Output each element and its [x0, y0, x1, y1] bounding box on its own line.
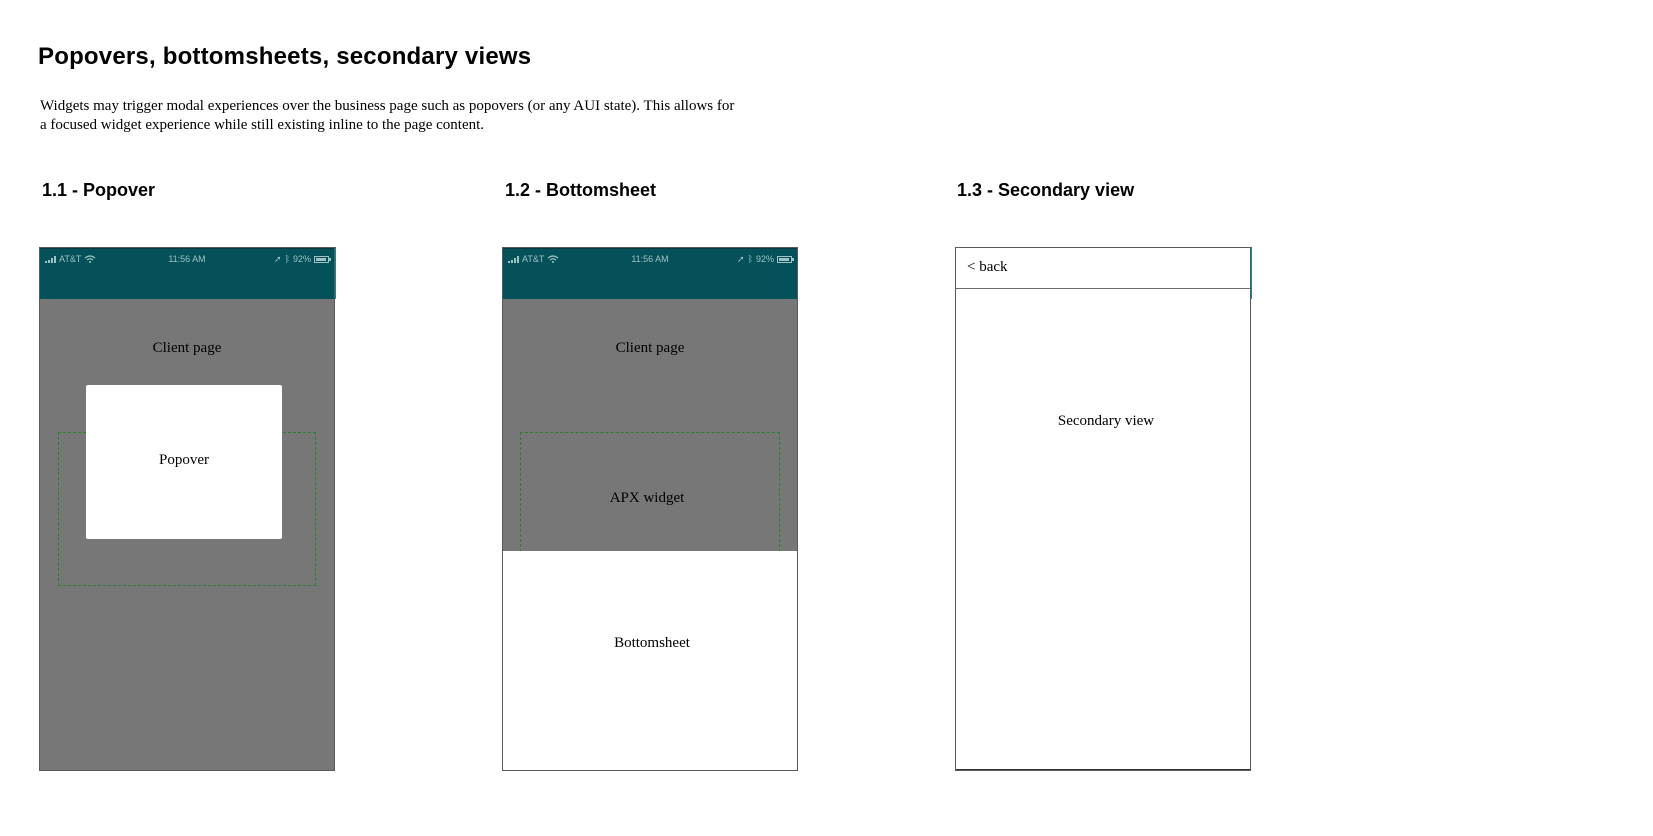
- apx-widget-label: APX widget: [609, 490, 685, 506]
- section-heading-bottomsheet: 1.2 - Bottomsheet: [505, 180, 657, 200]
- client-page-label: Client page: [615, 340, 685, 356]
- bluetooth-icon: ᛒ: [284, 253, 290, 264]
- intro-paragraph: Widgets may trigger modal experiences ov…: [40, 98, 735, 133]
- section-heading-secondary-view: 1.3 - Secondary view: [957, 180, 1135, 200]
- bottomsheet-panel[interactable]: Bottomsheet: [502, 551, 798, 771]
- section-heading-popover: 1.1 - Popover: [42, 180, 156, 200]
- popover-phone-mockup: AT&T 11:56 AM ➚ ᛒ 92% Client page Popove…: [39, 247, 336, 771]
- bluetooth-icon: ᛒ: [747, 253, 753, 264]
- battery-percent: 92%: [755, 254, 774, 264]
- location-arrow-icon: ➚: [274, 253, 282, 264]
- secondary-view-label: Secondary view: [1057, 413, 1155, 429]
- battery-icon: [314, 255, 331, 263]
- nav-bar-edge: [1250, 247, 1252, 299]
- secondary-nav-bar: < back: [955, 247, 1251, 289]
- battery-percent: 92%: [292, 254, 311, 264]
- popover-card[interactable]: Popover: [86, 385, 282, 539]
- status-bar-edge: [334, 247, 336, 299]
- location-arrow-icon: ➚: [737, 253, 745, 264]
- phone-frame: [955, 247, 1251, 771]
- view-bottom-edge: [955, 769, 1251, 771]
- secondary-view-mockup: < back Secondary view: [955, 247, 1252, 771]
- status-bar: AT&T 11:56 AM ➚ ᛒ 92%: [502, 247, 798, 299]
- client-page-label: Client page: [152, 340, 222, 356]
- page-title: Popovers, bottomsheets, secondary views: [38, 43, 532, 70]
- popover-label: Popover: [159, 452, 209, 468]
- bottomsheet-label: Bottomsheet: [614, 635, 690, 651]
- bottomsheet-phone-mockup: AT&T 11:56 AM ➚ ᛒ 92% Client page APX wi…: [502, 247, 798, 771]
- status-bar: AT&T 11:56 AM ➚ ᛒ 92%: [39, 247, 335, 299]
- battery-icon: [777, 255, 794, 263]
- back-button[interactable]: < back: [967, 259, 1008, 276]
